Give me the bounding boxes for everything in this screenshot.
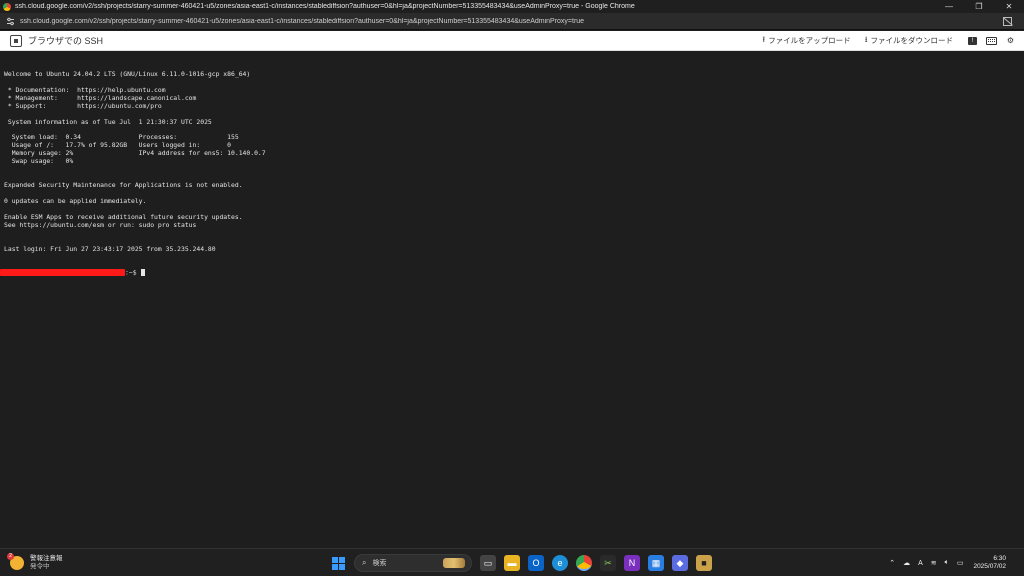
search-highlight-image — [443, 558, 465, 568]
taskbar-search[interactable]: ⌕ 検索 — [354, 554, 472, 572]
terminal-line: Welcome to Ubuntu 24.04.2 LTS (GNU/Linux… — [4, 69, 251, 78]
settings-button[interactable]: ⚙ — [1005, 35, 1016, 46]
task-view-icon[interactable]: ▭ — [480, 555, 496, 571]
download-file-label: ファイルをダウンロード — [870, 36, 954, 45]
clock[interactable]: 6:30 2025/07/02 — [973, 555, 1006, 571]
search-placeholder: 検索 — [372, 560, 387, 567]
site-info-icon[interactable] — [6, 17, 15, 26]
upload-file-button[interactable]: ⭱ ファイルをアップロード — [762, 34, 850, 48]
system-tray: ⌃ ☁ A ≋ 🔈︎ ▭ 6:30 2025/07/02 — [885, 553, 1016, 573]
window-title: ssh.cloud.google.com/v2/ssh/projects/sta… — [15, 3, 635, 10]
redacted-username — [0, 269, 125, 277]
terminal-output[interactable]: Welcome to Ubuntu 24.04.2 LTS (GNU/Linux… — [0, 52, 1024, 548]
download-icon: ⭳ — [864, 34, 868, 44]
close-button[interactable]: ✕ — [994, 0, 1024, 13]
chrome-icon — [3, 2, 11, 11]
keyboard-icon — [986, 36, 997, 45]
volume-icon[interactable]: 🔈︎ — [945, 559, 949, 567]
chrome-taskbar-icon[interactable] — [576, 555, 592, 571]
restore-button[interactable]: ❐ — [964, 0, 994, 13]
terminal-line: * Support: https://ubuntu.com/pro — [4, 101, 162, 110]
battery-icon[interactable]: ▭ — [957, 559, 964, 567]
clock-time: 6:30 — [993, 555, 1006, 562]
snipping-tool-icon[interactable]: ✂ — [600, 555, 616, 571]
copilot-icon[interactable]: ◆ — [672, 555, 688, 571]
chip-icon — [10, 34, 22, 47]
terminal-line: Last login: Fri Jun 27 23:43:17 2025 fro… — [4, 244, 216, 253]
wifi-icon[interactable]: ≋ — [931, 559, 937, 567]
weather-alert-icon — [7, 552, 24, 570]
weather-widget[interactable]: 警報注意報 発令中 — [7, 552, 150, 571]
terminal-line: System information as of Tue Jul 1 21:30… — [4, 117, 212, 126]
feedback-button[interactable]: ! — [967, 35, 978, 46]
terminal-cursor — [141, 269, 146, 277]
search-icon: ⌕ — [362, 558, 367, 567]
keyboard-button[interactable] — [986, 35, 997, 46]
file-explorer-icon[interactable]: ▬ — [504, 555, 520, 571]
clock-date: 2025/07/02 — [973, 563, 1006, 570]
ssh-app-bar: ブラウザでの SSH ⭱ ファイルをアップロード ⭳ ファイルをダウンロード !… — [0, 31, 1024, 51]
terminal-line: Swap usage: 0% — [4, 157, 74, 166]
weather-title: 警報注意報 — [30, 554, 63, 562]
camera-off-icon[interactable] — [1003, 16, 1012, 26]
start-button[interactable] — [330, 555, 346, 571]
edge-icon[interactable]: e — [552, 555, 568, 571]
cloud-icon[interactable]: ☁ — [903, 559, 910, 567]
minimize-button[interactable]: — — [934, 0, 964, 13]
download-file-button[interactable]: ⭳ ファイルをダウンロード — [865, 34, 953, 48]
prompt-line[interactable]: :~$ — [0, 268, 1020, 277]
app-title: ブラウザでの SSH — [28, 36, 104, 46]
upload-file-label: ファイルをアップロード — [768, 36, 851, 45]
windows-icon — [331, 556, 345, 570]
taskbar: 警報注意報 発令中 ⌕ 検索 ▭ ▬ O e ✂ N ▦ ◆ ■ ⌃ ☁ A ≋… — [0, 548, 1024, 576]
terminal-line: Memory usage: 2% IPv4 address for ens5: … — [4, 149, 266, 158]
terminal-line: Expanded Security Maintenance for Applic… — [4, 181, 243, 190]
ime-indicator[interactable]: A — [918, 560, 923, 567]
chevron-up-icon[interactable]: ⌃ — [889, 559, 895, 567]
gear-icon: ⚙ — [1006, 36, 1015, 45]
store-icon[interactable]: ▦ — [648, 555, 664, 571]
upload-icon: ⭱ — [762, 34, 766, 44]
feedback-icon: ! — [968, 36, 977, 45]
window-titlebar: ssh.cloud.google.com/v2/ssh/projects/sta… — [0, 0, 1024, 13]
weather-subtitle: 発令中 — [30, 562, 50, 570]
address-bar: ssh.cloud.google.com/v2/ssh/projects/sta… — [0, 13, 1024, 30]
onenote-icon[interactable]: N — [624, 555, 640, 571]
prompt-text: :~$ — [125, 268, 141, 277]
terminal-line: See https://ubuntu.com/esm or run: sudo … — [4, 220, 197, 229]
app-icon[interactable]: ■ — [696, 555, 712, 571]
terminal-line: 0 updates can be applied immediately. — [4, 196, 147, 205]
url-text[interactable]: ssh.cloud.google.com/v2/ssh/projects/sta… — [20, 18, 1003, 25]
outlook-icon[interactable]: O — [528, 555, 544, 571]
